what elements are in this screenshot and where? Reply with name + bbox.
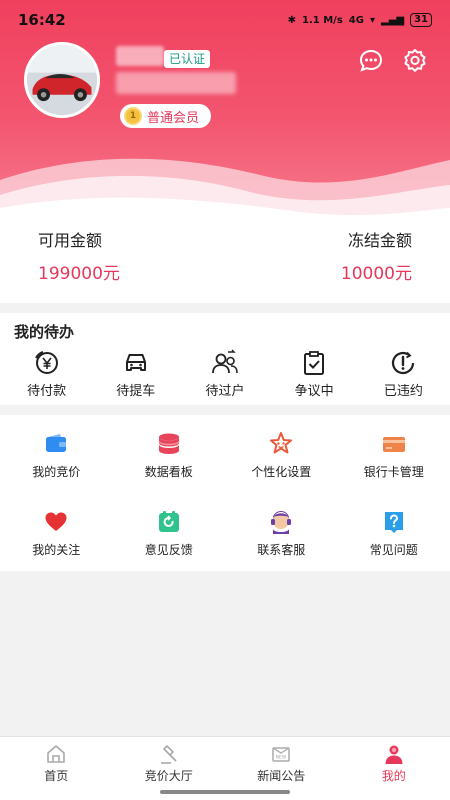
feedback-icon [158,511,179,532]
signal-icon: ▂▄▆ [381,14,405,26]
available-label: 可用金额 [38,231,103,250]
status-bar: 16:42 ✱ 1.1 M/s 4G ▾ ▂▄▆ 31 [0,0,450,40]
message-icon[interactable] [358,48,384,74]
todo-label: 待付款 [27,384,67,399]
grid-item-feedback[interactable]: 意见反馈 [113,509,226,558]
wave-decoration [0,158,450,215]
grid-item-personalization[interactable]: 个性化设置 [225,431,338,480]
nav-label: 首页 [44,768,69,783]
grid-item-my-bids[interactable]: 我的竞价 [0,431,113,480]
available-value: 199000元 [38,264,120,284]
grid-label: 意见反馈 [144,543,193,557]
nav-item-news[interactable]: NEW 新闻公告 [225,737,338,789]
car-icon [125,354,146,371]
member-badge: 1 普通会员 [120,104,212,128]
settings-icon[interactable] [402,48,428,74]
nav-label: 竞价大厅 [144,768,193,783]
status-icons: ✱ 1.1 M/s 4G ▾ ▂▄▆ 31 [288,13,432,27]
todo-item-pending-transfer[interactable]: 待过户 [185,349,265,399]
frozen-balance[interactable]: 冻结金额 10000元 [341,227,412,284]
balance-panel: 可用金额 199000元 冻结金额 10000元 [0,215,450,303]
avatar[interactable] [24,42,100,118]
battery-icon: 31 [410,13,432,27]
todo-label: 待提车 [116,384,156,399]
grid-item-customer-service[interactable]: 联系客服 [225,509,338,558]
nav-row: 首页 竞价大厅 NEW 新闻公告 我的 [0,737,450,789]
clipboard-icon [304,351,325,375]
net-speed: 1.1 M/s [302,14,343,26]
nav-label: 我的 [381,768,406,783]
grid-label: 我的关注 [32,543,81,557]
todo-label: 待过户 [205,384,245,399]
yen-icon [34,351,58,374]
bottom-nav: 首页 竞价大厅 NEW 新闻公告 我的 [0,736,450,800]
todo-row: 待付款 待提车 待过户 争议中 已违约 [0,349,450,399]
gavel-icon [160,744,177,764]
question-icon [384,512,403,533]
nav-item-mine[interactable]: 我的 [338,737,450,789]
svg-text:NEW: NEW [276,754,287,760]
grid-label: 数据看板 [144,465,193,479]
function-grid: 我的竞价 数据看板 个性化设置 银行卡管理 我的关注 意见反馈 联系客服 常见问… [0,415,450,571]
bluetooth-icon: ✱ [287,14,297,26]
grid-label: 银行卡管理 [363,465,424,479]
bank-card-icon [382,437,405,452]
status-time: 16:42 [18,11,66,29]
member-label: 普通会员 [147,110,200,126]
transfer-icon [212,349,238,374]
grid-label: 我的竞价 [32,465,81,479]
medal-icon: 1 [124,107,142,125]
profile-header: 16:42 ✱ 1.1 M/s 4G ▾ ▂▄▆ 31 已认证 1 普通会员 [0,0,450,215]
grid-row: 我的关注 意见反馈 联系客服 常见问题 [0,509,450,558]
nav-item-bidding-hall[interactable]: 竞价大厅 [113,737,226,789]
todo-label: 争议中 [294,384,334,399]
heart-icon [45,512,67,531]
verified-badge: 已认证 [164,50,211,68]
headset-icon [271,511,292,534]
available-balance[interactable]: 可用金额 199000元 [38,227,120,284]
database-icon [158,433,180,454]
grid-item-bank-cards[interactable]: 银行卡管理 [338,431,450,480]
todo-item-defaulted[interactable]: 已违约 [363,349,443,399]
grid-item-dashboard[interactable]: 数据看板 [113,431,226,480]
header-actions [358,48,428,74]
todo-item-in-dispute[interactable]: 争议中 [274,349,354,399]
news-icon: NEW [272,746,290,762]
todo-item-pending-payment[interactable]: 待付款 [7,349,87,399]
todo-label: 已违约 [383,384,423,399]
nav-item-home[interactable]: 首页 [0,737,113,789]
home-icon [47,744,66,763]
user-icon [385,745,403,764]
signal-type: 4G [348,14,364,26]
frozen-value: 10000元 [340,264,412,284]
nav-label: 新闻公告 [257,768,306,783]
grid-label: 联系客服 [257,543,306,557]
todo-section: 我的待办 待付款 待提车 待过户 争议中 已违约 [0,313,450,405]
frozen-label: 冻结金额 [347,231,412,250]
todo-title: 我的待办 [14,323,75,341]
alert-icon [392,351,415,375]
nickname-blurred [116,46,164,66]
account-blurred [116,72,236,94]
grid-label: 个性化设置 [251,465,312,479]
todo-item-pending-pickup[interactable]: 待提车 [96,349,176,399]
grid-item-faq[interactable]: 常见问题 [338,509,450,558]
grid-label: 常见问题 [369,543,418,557]
home-indicator[interactable] [160,790,290,794]
wallet-icon [46,434,67,452]
grid-item-my-follows[interactable]: 我的关注 [0,509,113,558]
wifi-icon: ▾ [369,14,375,26]
grid-row: 我的竞价 数据看板 个性化设置 银行卡管理 [0,431,450,480]
star-icon [270,432,293,454]
